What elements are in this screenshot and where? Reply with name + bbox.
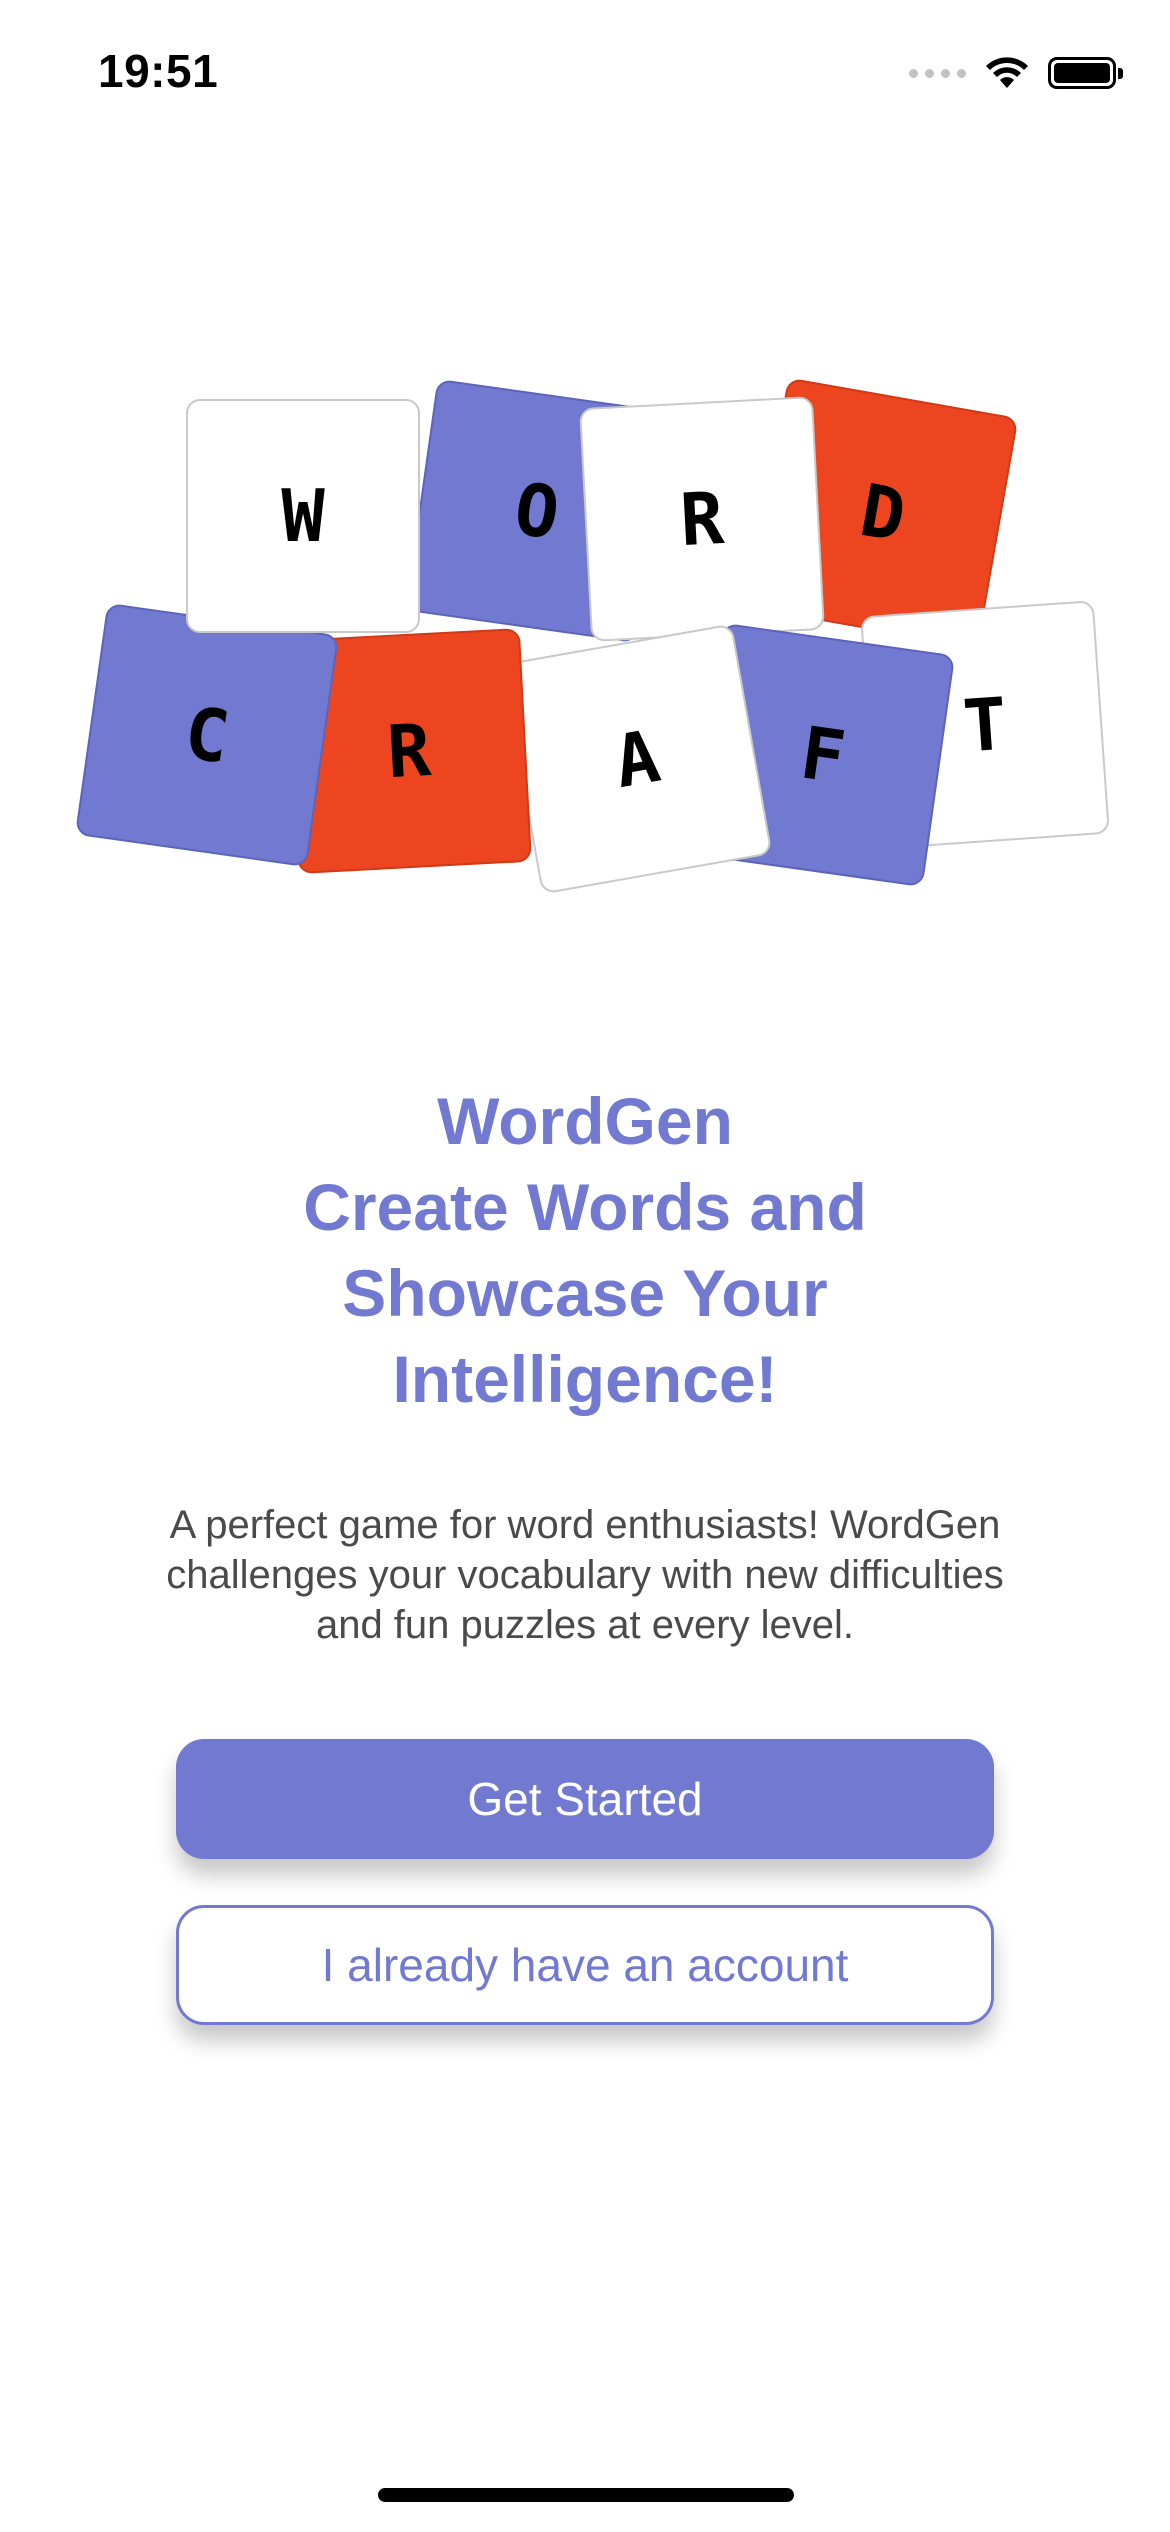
headline: WordGen Create Words and Showcase Your I…	[0, 1078, 1170, 1422]
word-craft-logo: O D R T F A R C W	[0, 0, 1170, 960]
get-started-button[interactable]: Get Started	[176, 1739, 994, 1859]
headline-line: Showcase Your	[342, 1256, 828, 1330]
logo-letter: A	[608, 713, 666, 805]
welcome-screen: 19:51 O D R T F A R C W WordGen Create W…	[0, 0, 1170, 2532]
headline-line: Intelligence!	[392, 1342, 778, 1416]
description-text: A perfect game for word enthusiasts! Wor…	[166, 1503, 1004, 1647]
logo-letter: O	[509, 466, 565, 556]
logo-letter: D	[854, 467, 912, 559]
logo-letter: C	[179, 690, 235, 780]
logo-letter: T	[960, 681, 1010, 769]
logo-tile-a: A	[501, 623, 773, 895]
logo-letter: F	[795, 710, 851, 800]
headline-line: Create Words and	[303, 1170, 867, 1244]
logo-letter: R	[385, 707, 433, 795]
logo-letter: R	[678, 475, 726, 563]
app-name: WordGen	[437, 1084, 733, 1158]
logo-tile-c: C	[74, 602, 340, 868]
home-indicator[interactable]	[378, 2488, 794, 2502]
logo-tile-w: W	[186, 399, 420, 633]
existing-account-button[interactable]: I already have an account	[176, 1905, 994, 2025]
logo-letter: W	[281, 474, 325, 558]
logo-tile-r: R	[579, 396, 825, 642]
